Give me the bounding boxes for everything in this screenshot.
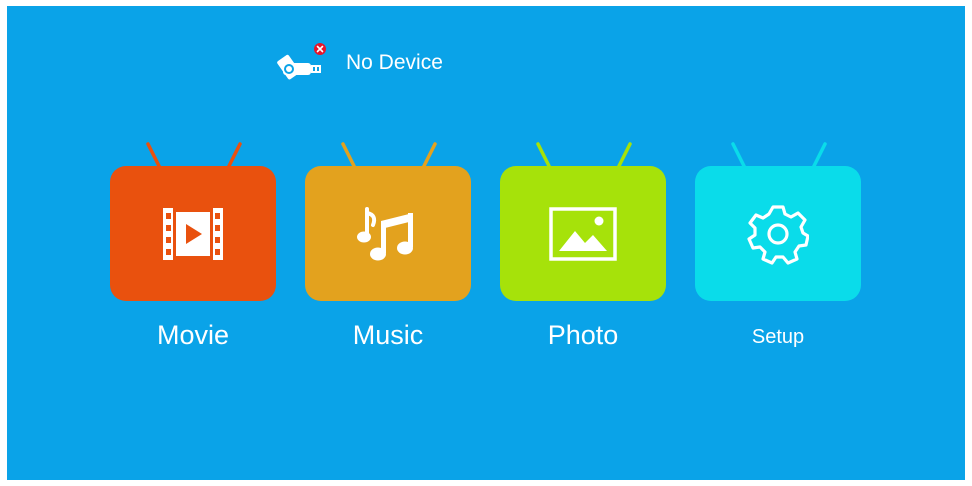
- photo-tv-frame: [500, 166, 666, 301]
- setup-label[interactable]: Setup: [695, 326, 861, 349]
- device-status-text: No Device: [346, 51, 443, 74]
- device-status: No Device: [277, 38, 443, 88]
- photo-tile[interactable]: [500, 142, 666, 304]
- usb-drive-icon: [277, 43, 327, 83]
- picture-icon: [549, 206, 617, 261]
- photo-label[interactable]: Photo: [500, 320, 666, 351]
- music-note-icon: [357, 206, 413, 260]
- gear-icon: [747, 204, 809, 265]
- film-icon: [163, 207, 223, 260]
- error-x-icon: [314, 43, 326, 55]
- setup-tile[interactable]: [695, 142, 861, 304]
- music-tile[interactable]: [305, 142, 471, 304]
- movie-tile[interactable]: [110, 142, 276, 304]
- music-tv-frame: [305, 166, 471, 301]
- home-screen: No Device Movie Music Photo Setup: [7, 6, 965, 480]
- movie-label[interactable]: Movie: [110, 320, 276, 351]
- setup-tv-frame: [695, 166, 861, 301]
- music-label[interactable]: Music: [305, 320, 471, 351]
- movie-tv-frame: [110, 166, 276, 301]
